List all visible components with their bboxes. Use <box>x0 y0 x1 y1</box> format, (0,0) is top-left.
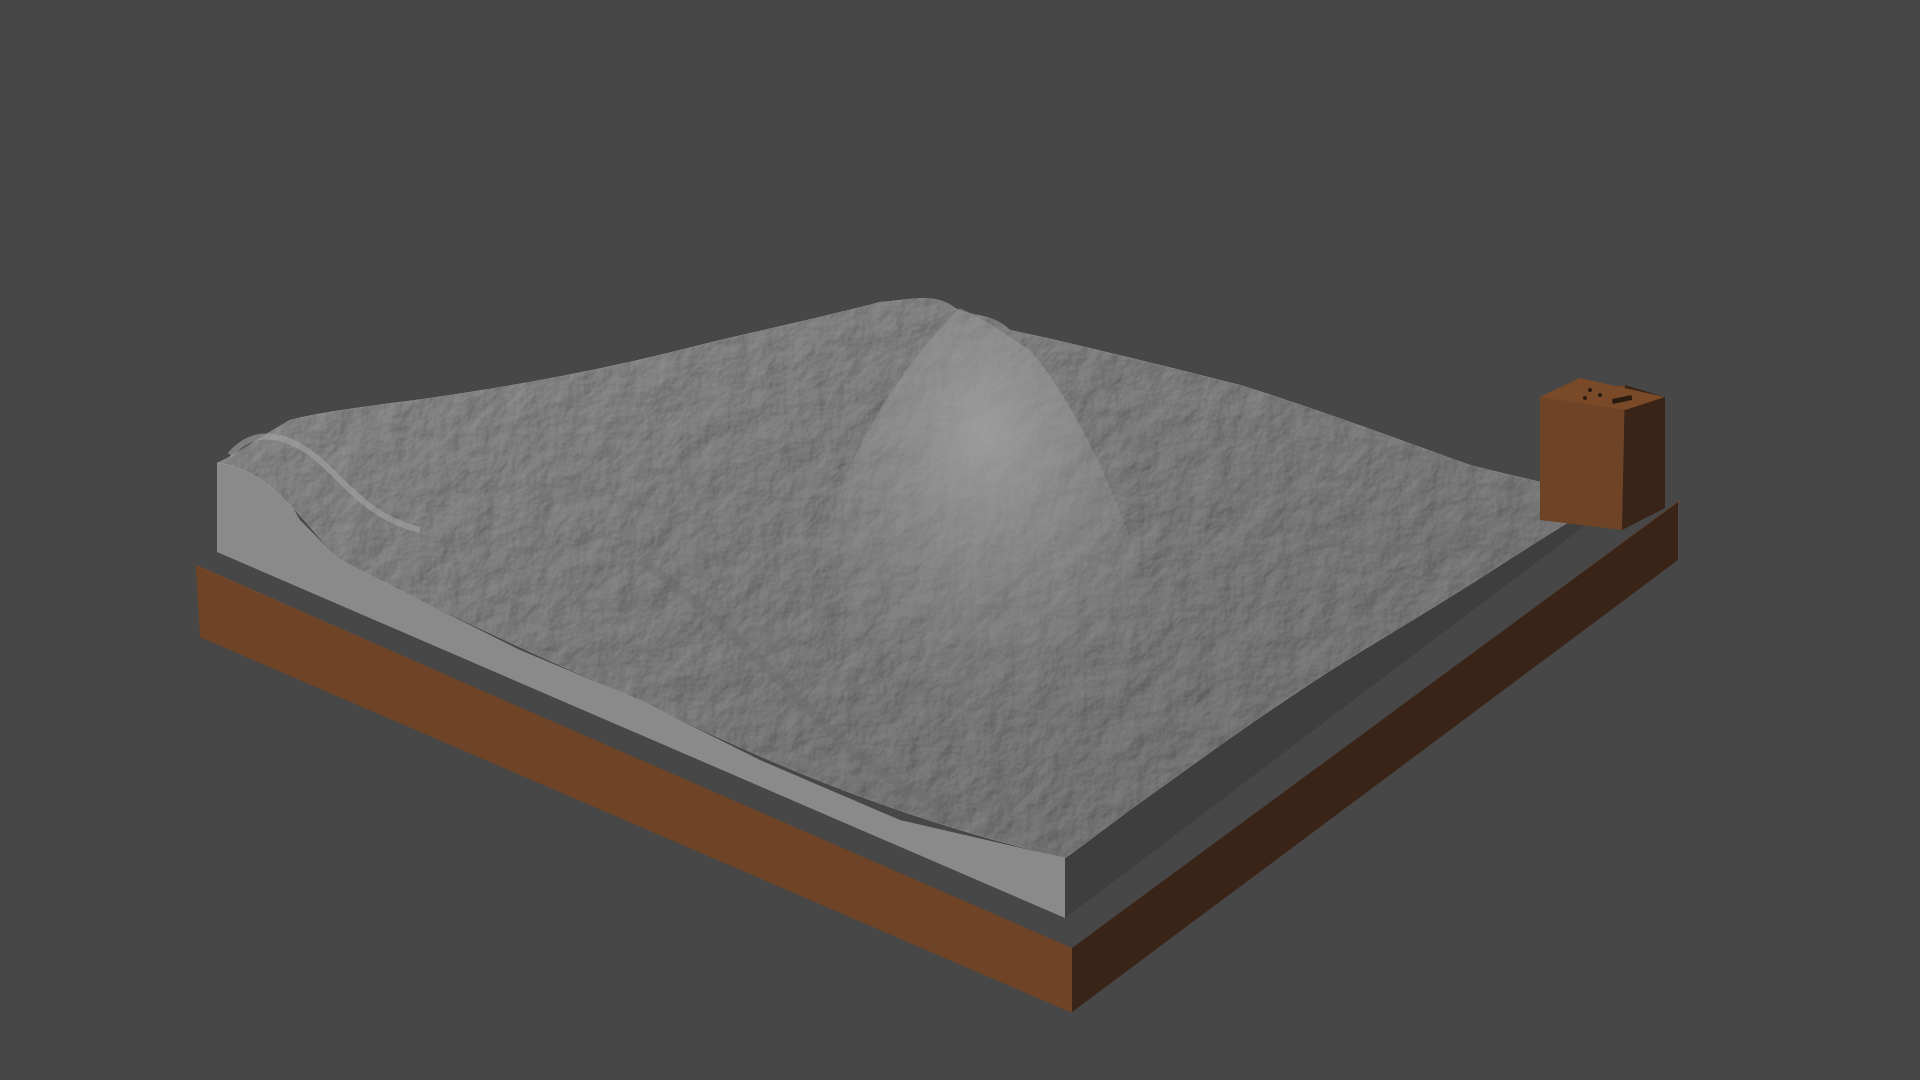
3d-viewport[interactable] <box>0 0 1920 1080</box>
label-stand <box>1540 378 1665 530</box>
stand-dot-2 <box>1598 393 1602 397</box>
terrain-surface <box>217 298 1612 859</box>
stand-dot-3 <box>1583 396 1587 400</box>
terrain-model-scene <box>196 298 1680 1012</box>
stand-dot-1 <box>1588 388 1592 392</box>
